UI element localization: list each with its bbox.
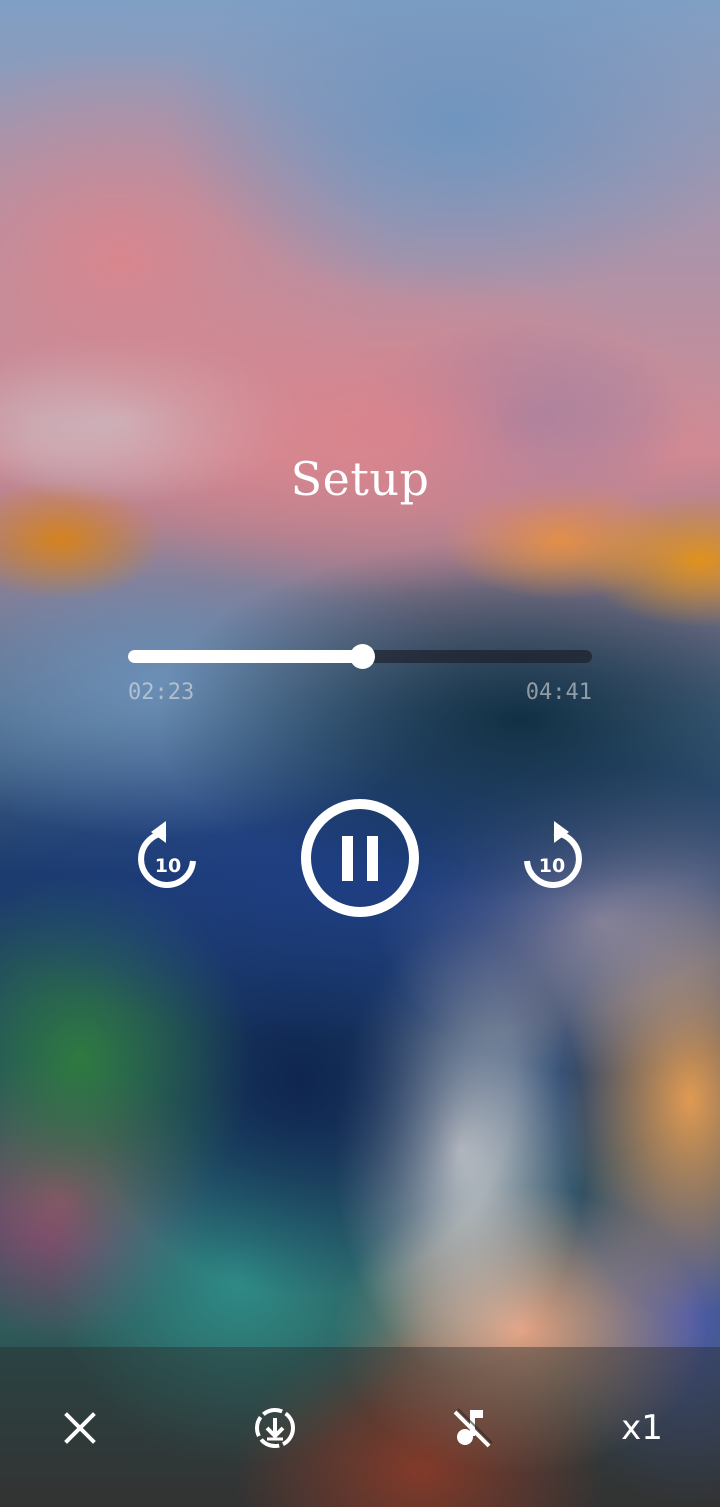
music-off-button[interactable] <box>443 1400 499 1456</box>
playback-speed-button[interactable]: x1 <box>604 1402 680 1454</box>
pause-button[interactable] <box>300 798 420 918</box>
rewind-seconds-label: 10 <box>155 855 181 877</box>
close-icon <box>64 1412 96 1444</box>
forward-seconds-label: 10 <box>539 855 565 877</box>
progress-slider[interactable] <box>128 644 592 669</box>
blurred-artwork-background <box>0 0 720 1507</box>
progress-thumb[interactable] <box>350 644 375 669</box>
download-button[interactable] <box>247 1400 303 1456</box>
audio-player-screen: Setup 02:23 04:41 10 10 x1 <box>0 0 720 1507</box>
forward-10-icon: 10 <box>524 821 582 888</box>
total-time: 04:41 <box>525 680 592 705</box>
progress-fill <box>128 650 362 663</box>
track-title: Setup <box>290 452 430 506</box>
rewind-10-button[interactable]: 10 <box>130 818 206 898</box>
replay-10-icon: 10 <box>138 821 196 888</box>
close-button[interactable] <box>52 1400 108 1456</box>
forward-10-button[interactable]: 10 <box>514 818 590 898</box>
download-icon <box>255 1408 295 1448</box>
elapsed-time: 02:23 <box>128 680 195 705</box>
pause-circle-icon <box>301 799 419 917</box>
music-off-icon <box>453 1408 493 1448</box>
